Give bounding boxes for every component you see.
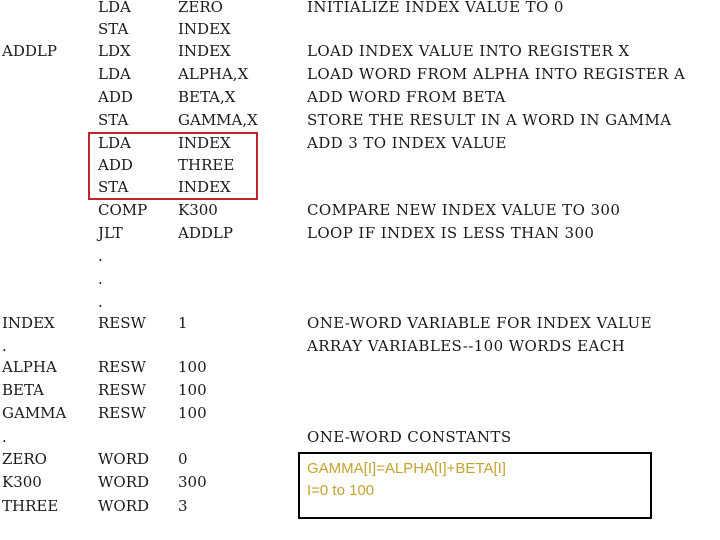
line-operand: 300 xyxy=(178,473,207,491)
line-opcode: WORD xyxy=(98,450,150,468)
annotation-range: I=0 to 100 xyxy=(307,482,375,499)
line-comment: COMPARE NEW INDEX VALUE TO 300 xyxy=(307,201,621,219)
line-label: ADDLP xyxy=(2,42,57,60)
line-operand: ADDLP xyxy=(178,224,233,242)
line-label: ZERO xyxy=(2,450,47,468)
line-opcode: COMP xyxy=(98,201,148,219)
line-operand: INDEX xyxy=(178,20,231,38)
line-label: K300 xyxy=(2,473,42,491)
line-opcode: RESW xyxy=(98,314,146,332)
line-operand: ALPHA,X xyxy=(178,65,249,83)
line-operand: INDEX xyxy=(178,42,231,60)
line-opcode: . xyxy=(98,293,103,311)
line-operand: GAMMA,X xyxy=(178,111,258,129)
line-label: THREE xyxy=(2,497,59,515)
line-label: BETA xyxy=(2,381,44,399)
annotation-formula: GAMMA[I]=ALPHA[I]+BETA[I] xyxy=(307,460,506,477)
line-label: . xyxy=(2,337,7,355)
highlight-box-index-increment xyxy=(88,132,258,200)
line-operand: 100 xyxy=(178,381,207,399)
line-operand: K300 xyxy=(178,201,218,219)
line-opcode: RESW xyxy=(98,358,146,376)
line-operand: BETA,X xyxy=(178,88,236,106)
line-opcode: LDA xyxy=(98,0,131,16)
line-operand: 3 xyxy=(178,497,188,515)
line-comment: ONE-WORD VARIABLE FOR INDEX VALUE xyxy=(307,314,652,332)
line-operand: 1 xyxy=(178,314,188,332)
line-opcode: LDA xyxy=(98,65,131,83)
line-comment: ARRAY VARIABLES--100 WORDS EACH xyxy=(307,337,626,355)
line-comment: INITIALIZE INDEX VALUE TO 0 xyxy=(307,0,564,16)
line-opcode: RESW xyxy=(98,381,146,399)
line-operand: 100 xyxy=(178,358,207,376)
line-comment: ONE-WORD CONSTANTS xyxy=(307,428,512,446)
line-comment: ADD 3 TO INDEX VALUE xyxy=(307,134,507,152)
line-opcode: . xyxy=(98,270,103,288)
line-opcode: ADD xyxy=(98,88,133,106)
line-comment: LOOP IF INDEX IS LESS THAN 300 xyxy=(307,224,595,242)
line-opcode: WORD xyxy=(98,497,150,515)
line-opcode: STA xyxy=(98,111,129,129)
line-comment: LOAD WORD FROM ALPHA INTO REGISTER A xyxy=(307,65,686,83)
line-opcode: JLT xyxy=(98,224,123,242)
line-opcode: . xyxy=(98,247,103,265)
line-comment: ADD WORD FROM BETA xyxy=(307,88,506,106)
annotation-box: GAMMA[I]=ALPHA[I]+BETA[I] I=0 to 100 xyxy=(298,452,652,519)
line-opcode: LDX xyxy=(98,42,131,60)
line-comment: STORE THE RESULT IN A WORD IN GAMMA xyxy=(307,111,672,129)
line-operand: ZERO xyxy=(178,0,223,16)
line-comment: LOAD INDEX VALUE INTO REGISTER X xyxy=(307,42,630,60)
line-opcode: RESW xyxy=(98,404,146,422)
line-operand: 100 xyxy=(178,404,207,422)
line-label: ALPHA xyxy=(2,358,57,376)
line-label: . xyxy=(2,428,7,446)
line-label: INDEX xyxy=(2,314,55,332)
line-label: GAMMA xyxy=(2,404,67,422)
line-operand: 0 xyxy=(178,450,188,468)
line-opcode: WORD xyxy=(98,473,150,491)
line-opcode: STA xyxy=(98,20,129,38)
